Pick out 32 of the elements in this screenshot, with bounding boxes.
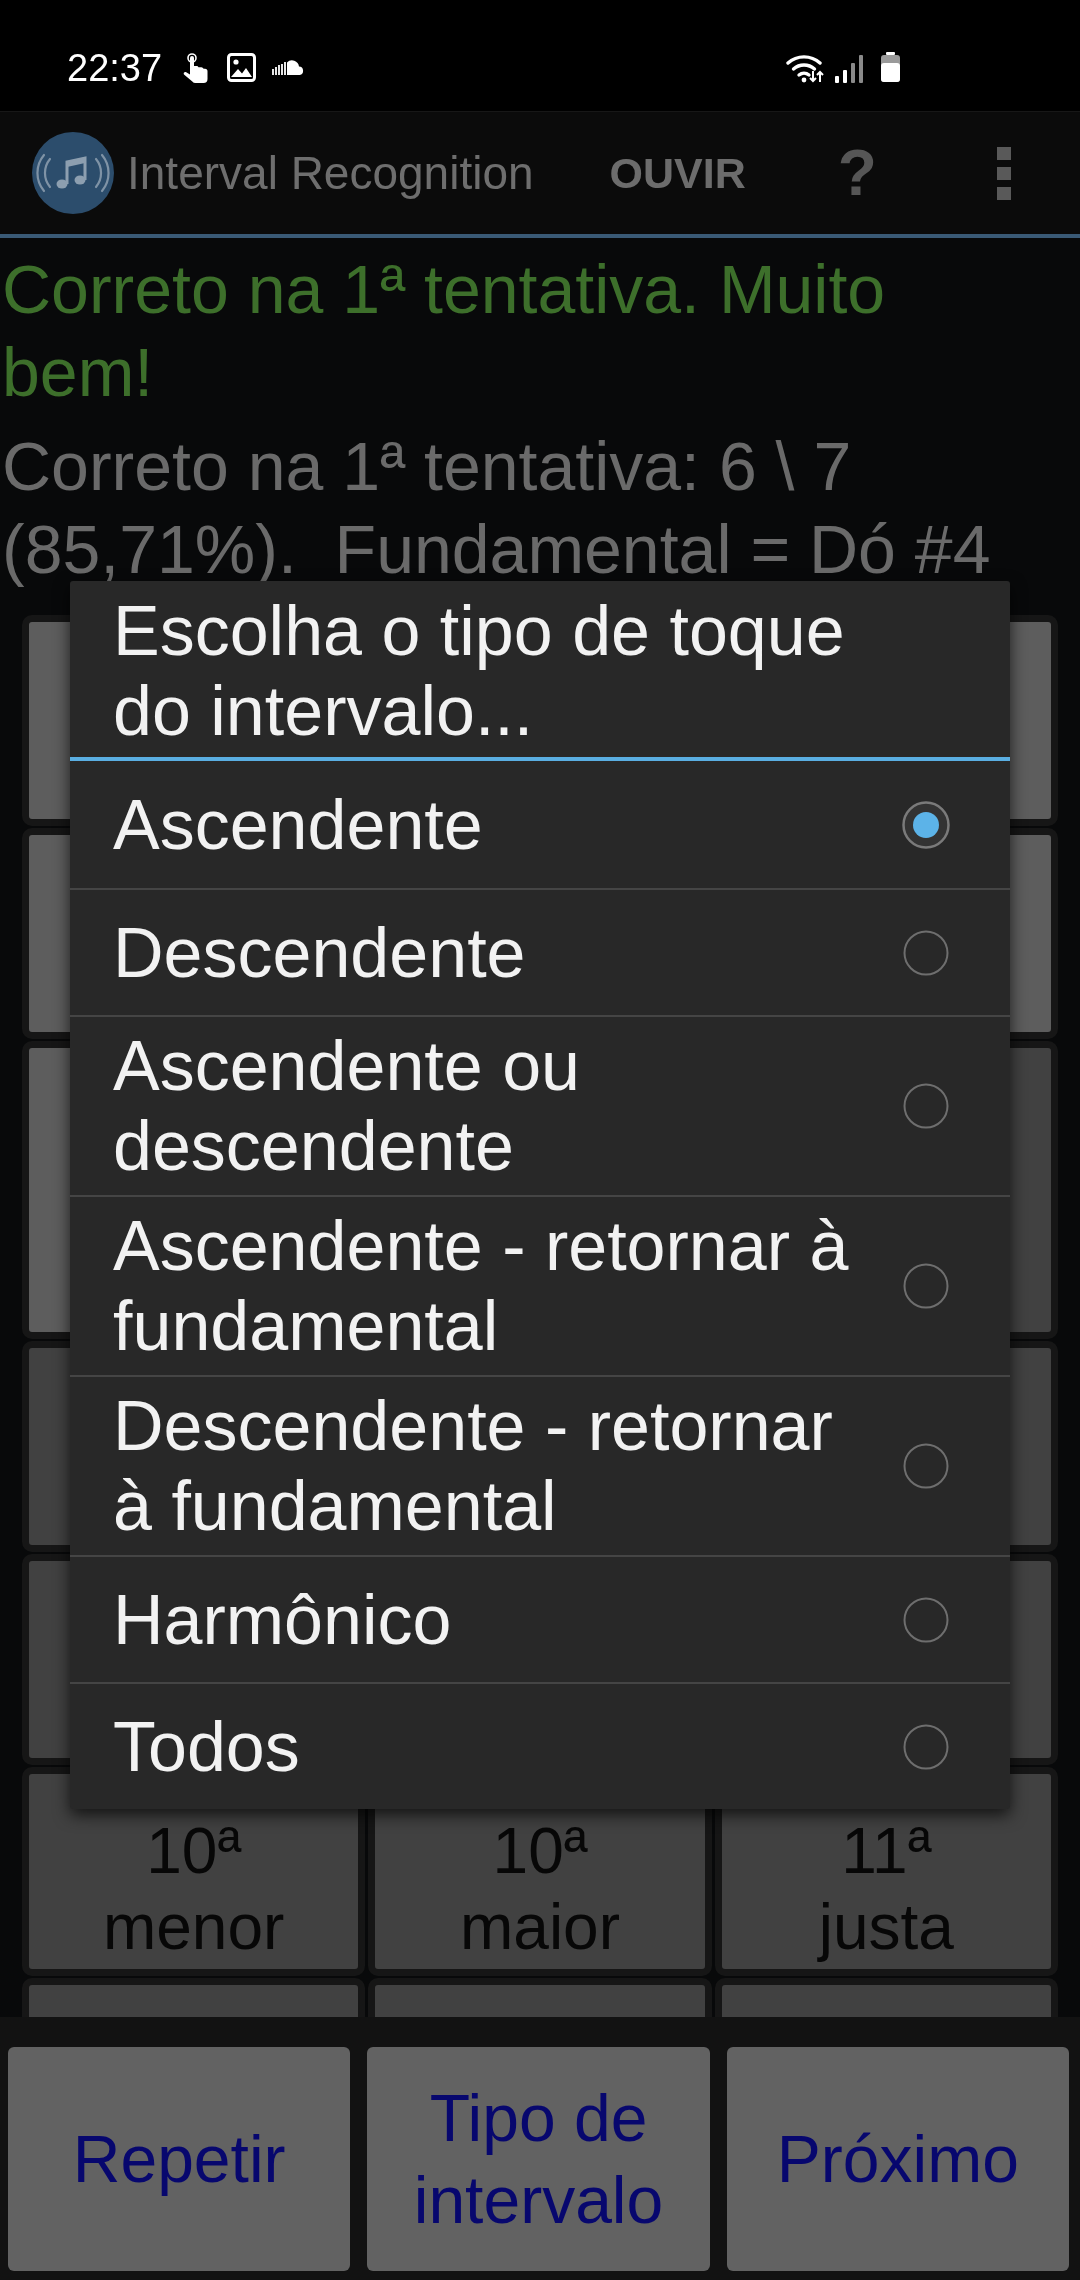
dialog-title: Escolha o tipo de toque do intervalo... [113,591,846,751]
touch-type-option[interactable]: Ascendente [70,761,1010,888]
touch-type-option[interactable]: Harmônico [70,1555,1010,1682]
more-options-icon[interactable] [996,146,1011,200]
touch-type-option[interactable]: Descendente [70,888,1010,1015]
radio-button[interactable] [902,1262,950,1310]
touch-type-option[interactable]: Ascendente - retornar à fundamental [70,1195,1010,1375]
radio-button[interactable] [902,928,950,977]
repeat-button[interactable]: Repetir [8,2047,351,2271]
signal-icon [835,52,864,83]
touch-type-option[interactable]: Ascendente ou descendente [70,1015,1010,1195]
touch-hand-icon [182,52,210,83]
radio-button[interactable] [902,1082,950,1130]
touch-type-option[interactable]: Descendente - retornar à fundamental [70,1375,1010,1555]
listen-button[interactable]: OUVIR [609,146,746,200]
touch-type-option[interactable]: Todos [70,1682,1010,1809]
wifi-icon [786,52,826,83]
score-text: Correto na 1ª tentativa: 6 \ 7 (85,71%). Fundamental = Dó #4 [2,427,992,589]
status-time: 22:37 [67,48,163,87]
app-title: Interval Recognition [127,146,534,200]
image-icon [227,53,257,82]
radio-button[interactable] [902,1722,950,1771]
radio-button[interactable] [902,800,950,849]
cloud-icon [272,59,305,76]
battery-icon [880,52,901,83]
help-button[interactable]: ? [837,141,877,205]
interval-type-button[interactable]: Tipo de intervalo [367,2047,710,2271]
music-note-logo-icon [32,132,114,214]
next-button[interactable]: Próximo [726,2047,1069,2271]
radio-button[interactable] [902,1595,950,1644]
result-message: Correto na 1ª tentativa. Muito bem! [2,250,887,412]
radio-button[interactable] [902,1442,950,1490]
